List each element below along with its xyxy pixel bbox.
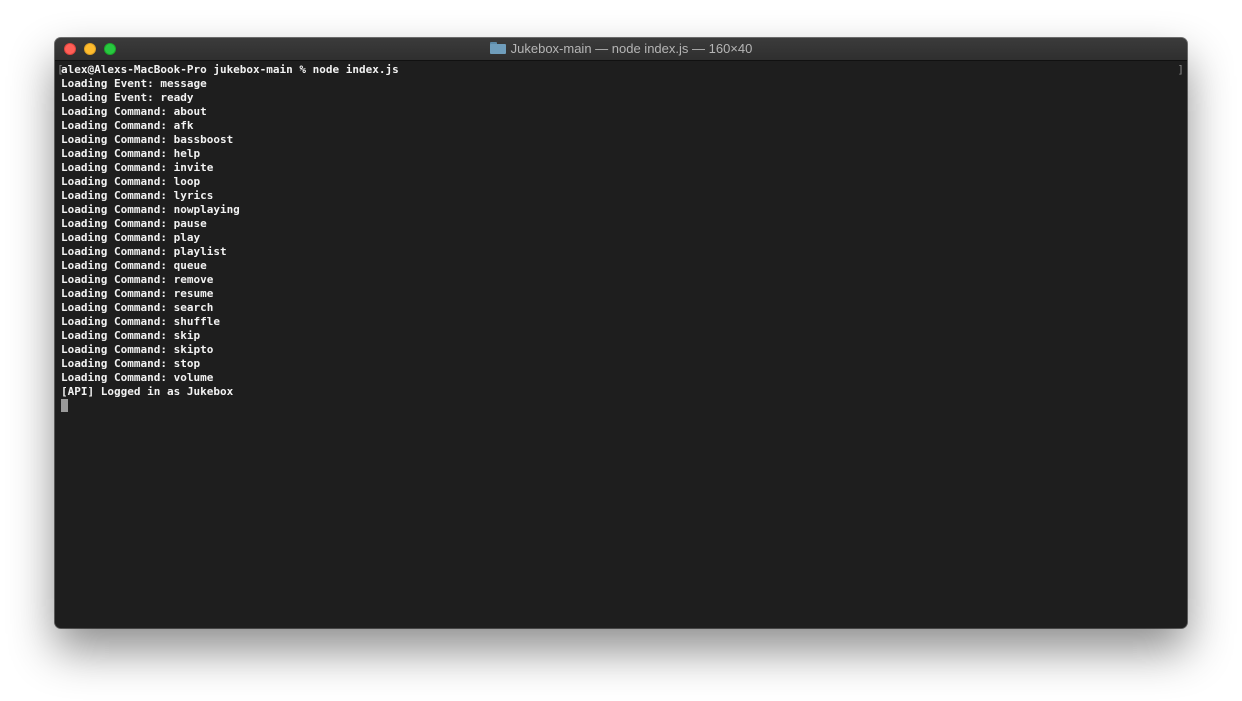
output-line: Loading Command: afk <box>61 119 194 132</box>
text-cursor <box>61 399 68 412</box>
terminal-window: Jukebox-main — node index.js — 160×40 [ … <box>55 38 1187 628</box>
output-line: Loading Command: remove <box>61 273 214 286</box>
folder-icon <box>489 42 506 54</box>
output-line: Loading Command: invite <box>61 161 214 174</box>
output-line: Loading Event: message <box>61 77 207 90</box>
terminal-output[interactable]: [ ] alex@Alexs-MacBook-Pro jukebox-main … <box>55 61 1187 628</box>
window-title-text: Jukebox-main — node index.js — 160×40 <box>510 41 753 56</box>
output-line: Loading Command: play <box>61 231 201 244</box>
cursor-line <box>61 399 1187 413</box>
output-line: Loading Command: bassboost <box>61 133 234 146</box>
output-line: Loading Command: skip <box>61 329 201 342</box>
output-line: [API] Logged in as Jukebox <box>61 385 234 398</box>
output-line: Loading Command: queue <box>61 259 207 272</box>
command-prompt: alex@Alexs-MacBook-Pro jukebox-main % no… <box>61 63 399 76</box>
output-line: Loading Command: stop <box>61 357 201 370</box>
output-line: Loading Command: playlist <box>61 245 227 258</box>
output-line: Loading Command: pause <box>61 217 207 230</box>
output-line: Loading Command: loop <box>61 175 201 188</box>
selection-bracket-right: ] <box>1177 63 1184 76</box>
output-line: Loading Command: search <box>61 301 214 314</box>
output-line: Loading Command: shuffle <box>61 315 220 328</box>
output-line: Loading Command: skipto <box>61 343 214 356</box>
title-bar[interactable]: Jukebox-main — node index.js — 160×40 <box>55 38 1187 61</box>
output-line: Loading Command: help <box>61 147 201 160</box>
output-line: Loading Command: nowplaying <box>61 203 240 216</box>
output-line: Loading Command: resume <box>61 287 214 300</box>
output-line: Loading Event: ready <box>61 91 194 104</box>
output-line: Loading Command: lyrics <box>61 189 214 202</box>
output-line: Loading Command: volume <box>61 371 214 384</box>
output-line: Loading Command: about <box>61 105 207 118</box>
window-title: Jukebox-main — node index.js — 160×40 <box>55 38 1187 60</box>
selection-bracket-left: [ <box>57 63 64 76</box>
